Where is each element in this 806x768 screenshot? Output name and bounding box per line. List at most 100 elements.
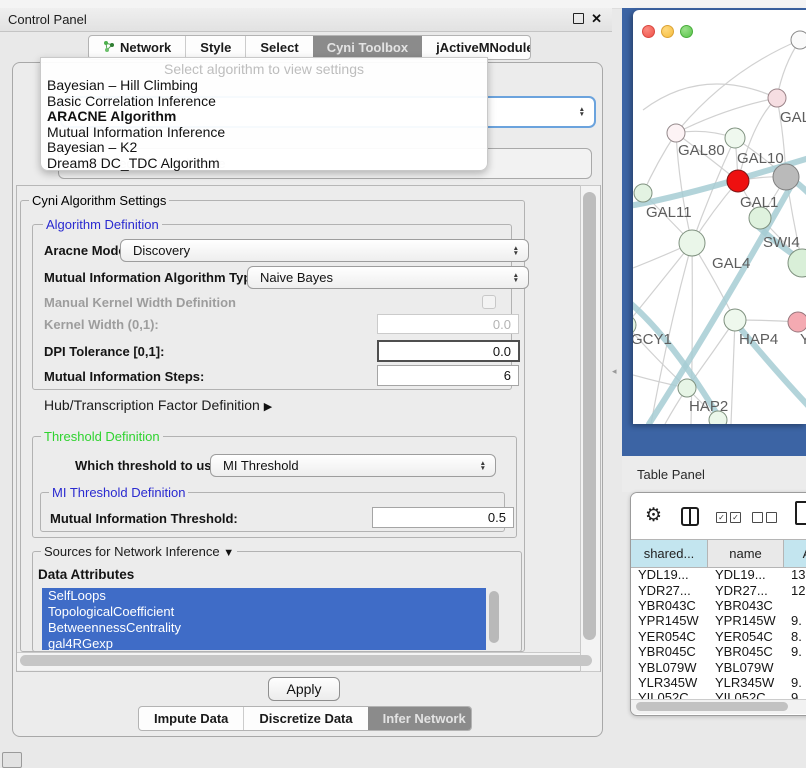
table-row[interactable]: YBR045CYBR045C9. [631,644,806,659]
table-cell: YBR045C [631,644,708,659]
table-row[interactable]: YDL19...YDL19...13 [631,567,806,582]
which-threshold-combobox[interactable]: MI Threshold ▲▼ [210,454,496,477]
node-label-gal1: GAL1 [740,194,778,211]
table-row[interactable]: YDR27...YDR27...12 [631,582,806,597]
tab-cyni-toolbox[interactable]: Cyni Toolbox [313,36,422,59]
table-row[interactable]: YLR345WYLR345W9. [631,675,806,690]
combo-stepper-icon: ▲▼ [579,107,585,117]
tab-label: Select [260,40,298,55]
data-attribute-item[interactable]: BetweennessCentrality [42,620,486,636]
close-traffic-light-icon[interactable] [642,25,655,38]
data-attribute-item[interactable]: TopologicalCoefficient [42,604,486,620]
algorithm-option[interactable]: Bayesian – Hill Climbing [41,78,487,94]
column-header-shared[interactable]: shared... [631,540,708,567]
tab-label: jActiveMNodules [436,40,531,55]
deselect-all-columns-icon[interactable] [752,512,777,523]
column-header-name[interactable]: name [708,540,784,567]
table-header-row: shared...nameA [631,539,806,568]
vertical-scrollbar-thumb[interactable] [583,192,596,640]
algorithm-option[interactable]: Basic Correlation Inference [41,94,487,110]
table-cell: 13 [784,567,806,582]
node-label-gal11: GAL11 [646,204,692,221]
algorithm-option[interactable]: Dream8 DC_TDC Algorithm [41,156,487,172]
splitter-arrow-icon[interactable]: ◂ [612,366,617,377]
tab-network[interactable]: Network [89,36,185,59]
float-window-icon[interactable] [573,13,584,24]
tab-jactivemnodules[interactable]: jActiveMNodules [422,36,531,59]
table-cell: YBR043C [708,598,784,613]
mi-threshold-input[interactable]: 0.5 [372,507,514,528]
table-row[interactable]: YBR043CYBR043C [631,598,806,613]
network-edge[interactable] [643,133,676,193]
mi-type-value: Naive Bayes [260,270,333,285]
tab-discretize-data[interactable]: Discretize Data [243,707,367,730]
table-cell: 9 [784,690,806,699]
table-row[interactable]: YER054CYER054C8. [631,629,806,644]
data-attributes-label: Data Attributes [38,567,134,582]
table-cell: YBR043C [631,598,708,613]
table-row[interactable]: YIL052CYIL052C9 [631,690,806,699]
zoom-traffic-light-icon[interactable] [680,25,693,38]
network-node[interactable] [634,184,652,202]
table-cell: YIL052C [631,690,708,699]
network-node[interactable] [727,170,749,192]
mi-steps-label: Mutual Information Steps: [44,369,204,384]
dpi-tolerance-input[interactable]: 0.0 [377,340,520,362]
table-hscrollbar-thumb[interactable] [636,702,788,711]
aracne-mode-value: Discovery [133,243,190,258]
data-attribute-item[interactable]: gal4RGexp [42,636,486,650]
export-table-icon[interactable] [795,501,806,525]
gear-icon[interactable]: ⚙ [645,504,662,527]
network-graph[interactable]: GALGAL80GAL10GAL1GAL11SWI4GAL4GCY1HAP4YH… [633,10,806,424]
table-cell: YPR145W [708,613,784,628]
table-row[interactable]: YPR145WYPR145W9. [631,613,806,628]
apply-button[interactable]: Apply [268,677,340,701]
table-cell: 9. [784,675,806,690]
mi-algorithm-type-combobox[interactable]: Naive Bayes ▲▼ [247,266,529,289]
mini-corner-icon[interactable] [2,752,22,768]
table-cell: YBL079W [631,660,708,675]
network-edge[interactable] [691,243,692,424]
kernel-width-label: Kernel Width (0,1): [44,317,159,332]
table-horizontal-scrollbar[interactable] [631,699,806,714]
table-cell: YIL052C [708,690,784,699]
close-icon[interactable]: ✕ [591,12,602,25]
table-rows: YDL19...YDL19...13YDR27...YDR27...12YBR0… [631,567,806,699]
algorithm-option[interactable]: Bayesian – K2 [41,140,487,156]
horizontal-scrollbar-thumb[interactable] [20,655,592,666]
algorithm-dropdown-popup: Select algorithm to view settings Bayesi… [40,57,488,171]
select-all-columns-icon[interactable]: ✓✓ [716,512,741,523]
hub-tf-definition-toggle[interactable]: Hub/Transcription Factor Definition ▶ [44,397,272,413]
network-node[interactable] [768,89,786,107]
network-node[interactable] [791,31,806,49]
tab-infer-network[interactable]: Infer Network [368,707,472,730]
network-node[interactable] [724,309,746,331]
network-node[interactable] [678,379,696,397]
column-header-a[interactable]: A [784,540,806,567]
data-attributes-list[interactable]: SelfLoopsTopologicalCoefficientBetweenne… [42,588,502,650]
kernel-width-input[interactable]: 0.0 [377,314,519,334]
network-edge[interactable] [731,320,735,424]
attributes-list-scrollbar-thumb[interactable] [489,591,499,643]
tab-impute-data[interactable]: Impute Data [139,707,243,730]
network-node[interactable] [667,124,685,142]
minimize-traffic-light-icon[interactable] [661,25,674,38]
tab-select[interactable]: Select [245,36,312,59]
algorithm-option[interactable]: Mutual Information Inference [41,125,487,141]
table-row[interactable]: YBL079WYBL079W [631,659,806,674]
network-view-window[interactable]: GALGAL80GAL10GAL1GAL11SWI4GAL4GCY1HAP4YH… [633,10,806,424]
algorithm-option[interactable]: ARACNE Algorithm [41,109,487,125]
table-cell: YER054C [708,629,784,644]
tab-style[interactable]: Style [185,36,245,59]
mi-steps-input[interactable]: 6 [377,365,519,386]
network-node[interactable] [679,230,705,256]
network-node[interactable] [725,128,745,148]
data-attribute-item[interactable]: SelfLoops [42,588,486,604]
network-node[interactable] [788,312,806,332]
sources-title[interactable]: Sources for Network Inference ▼ [41,544,237,559]
split-columns-icon[interactable] [681,507,699,526]
aracne-mode-combobox[interactable]: Discovery ▲▼ [120,239,529,262]
network-node[interactable] [773,164,799,190]
node-label-gal10: GAL10 [737,150,784,167]
manual-kernel-checkbox[interactable] [482,295,496,309]
